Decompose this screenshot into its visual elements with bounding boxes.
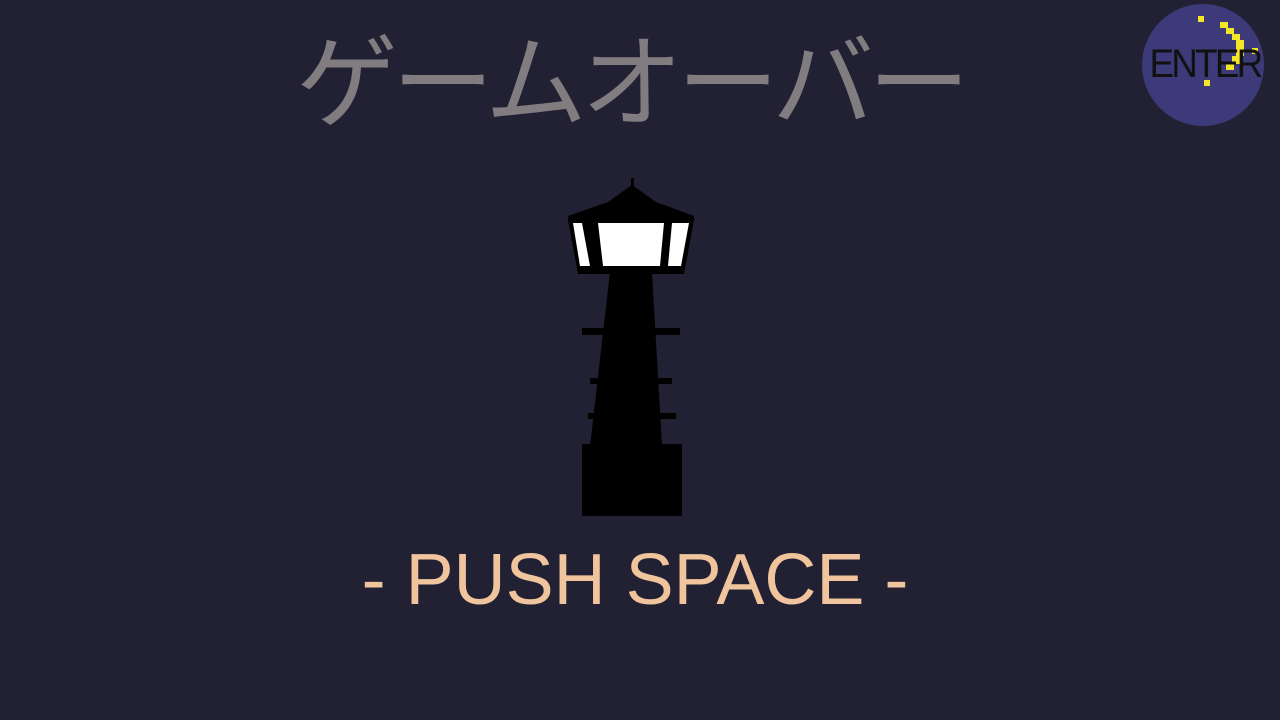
lighthouse-cap <box>568 185 694 222</box>
lighthouse-finial <box>631 178 634 186</box>
lighthouse-base <box>582 444 682 516</box>
lighthouse-ring-3 <box>588 413 676 419</box>
enter-button[interactable]: ENTER <box>1140 0 1270 130</box>
enter-button-label: ENTER <box>1149 42 1264 86</box>
lighthouse-icon <box>568 178 694 516</box>
lighthouse-ring-1 <box>582 328 680 335</box>
push-space-prompt: - PUSH SPACE - <box>361 540 909 620</box>
lighthouse-ring-2 <box>590 378 672 384</box>
game-over-title: ゲームオーバー <box>296 25 970 144</box>
game-over-screen: ゲームオーバー - PUSH SPACE - ENTER <box>0 0 1280 720</box>
lighthouse-lamp-center <box>598 223 664 266</box>
